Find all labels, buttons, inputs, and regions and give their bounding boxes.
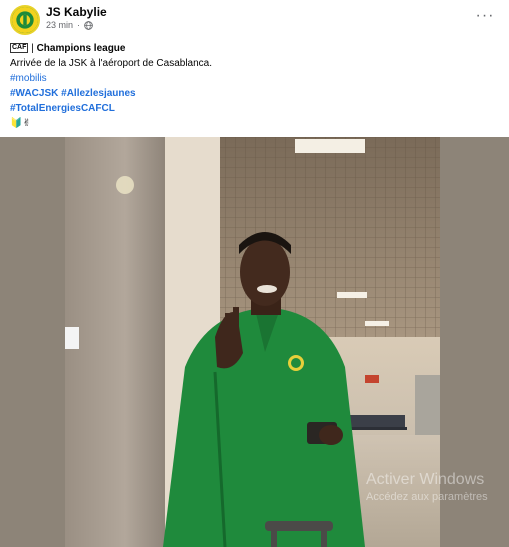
post-photo-container[interactable] [0,137,509,547]
hashtag-wacjsk[interactable]: #WACJSK [10,88,58,99]
caf-logo: CAF [10,43,29,54]
meta-dot: · [77,20,81,30]
airport-scene [65,137,440,547]
message-line: Arrivée de la JSK à l'aéroport de Casabl… [10,58,213,69]
page-avatar[interactable] [10,5,40,35]
globe-icon [84,20,93,30]
hashtag-line-2: #WACJSK #Allezlesjaunes [10,86,490,101]
more-options-icon[interactable]: ··· [473,6,497,26]
post-header: JS Kabylie 23 min · ··· [0,0,509,40]
separator: | [31,43,34,54]
post-photo[interactable] [65,137,440,547]
post-time[interactable]: 23 min [46,20,73,30]
hashtag-allezlesjaunes[interactable]: #Allezlesjaunes [61,88,135,99]
hashtag-line-3: #TotalEnergiesCAFCL [10,101,490,116]
hashtag-totalenergies[interactable]: #TotalEnergiesCAFCL [10,103,115,114]
competition-name: Champions league [36,43,126,54]
author-name[interactable]: JS Kabylie [46,5,107,19]
post-text: CAF | Champions league Arrivée de la JSK… [10,41,490,131]
hashtag-line-1: #mobilis [10,71,490,86]
emoji-line: 🔰✌ [10,118,31,129]
hashtag-mobilis[interactable]: #mobilis [10,73,47,84]
competition-line: CAF | Champions league [10,41,490,56]
jsk-crest-icon [12,7,38,33]
post-meta: 23 min · [46,20,93,30]
